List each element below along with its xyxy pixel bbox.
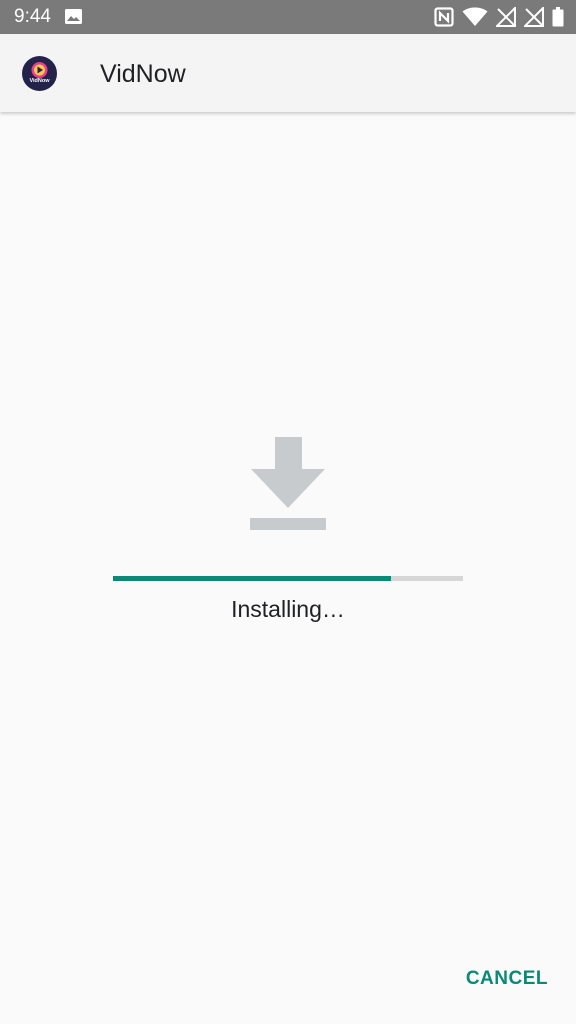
- gallery-icon: [65, 9, 82, 24]
- install-status-text: Installing…: [231, 596, 345, 622]
- progress-bar: [113, 576, 463, 581]
- download-icon: [250, 437, 326, 530]
- battery-icon: [552, 7, 564, 27]
- install-screen: 9:44 VidNow VidNow Installing… CANCEL: [0, 0, 576, 1024]
- cancel-button[interactable]: CANCEL: [466, 966, 548, 992]
- signal-off-icon: [496, 7, 516, 27]
- app-logo-text: VidNow: [29, 78, 50, 84]
- wifi-icon: [462, 7, 488, 26]
- app-title: VidNow: [100, 60, 186, 88]
- app-bar: VidNow VidNow: [0, 34, 576, 112]
- status-icons: [434, 7, 564, 27]
- app-logo: VidNow: [22, 56, 57, 91]
- nfc-icon: [434, 7, 454, 27]
- status-time: 9:44: [14, 6, 51, 27]
- play-icon: [31, 62, 48, 78]
- status-bar: 9:44: [0, 0, 576, 34]
- progress-fill: [113, 576, 392, 581]
- signal-off-icon: [524, 7, 544, 27]
